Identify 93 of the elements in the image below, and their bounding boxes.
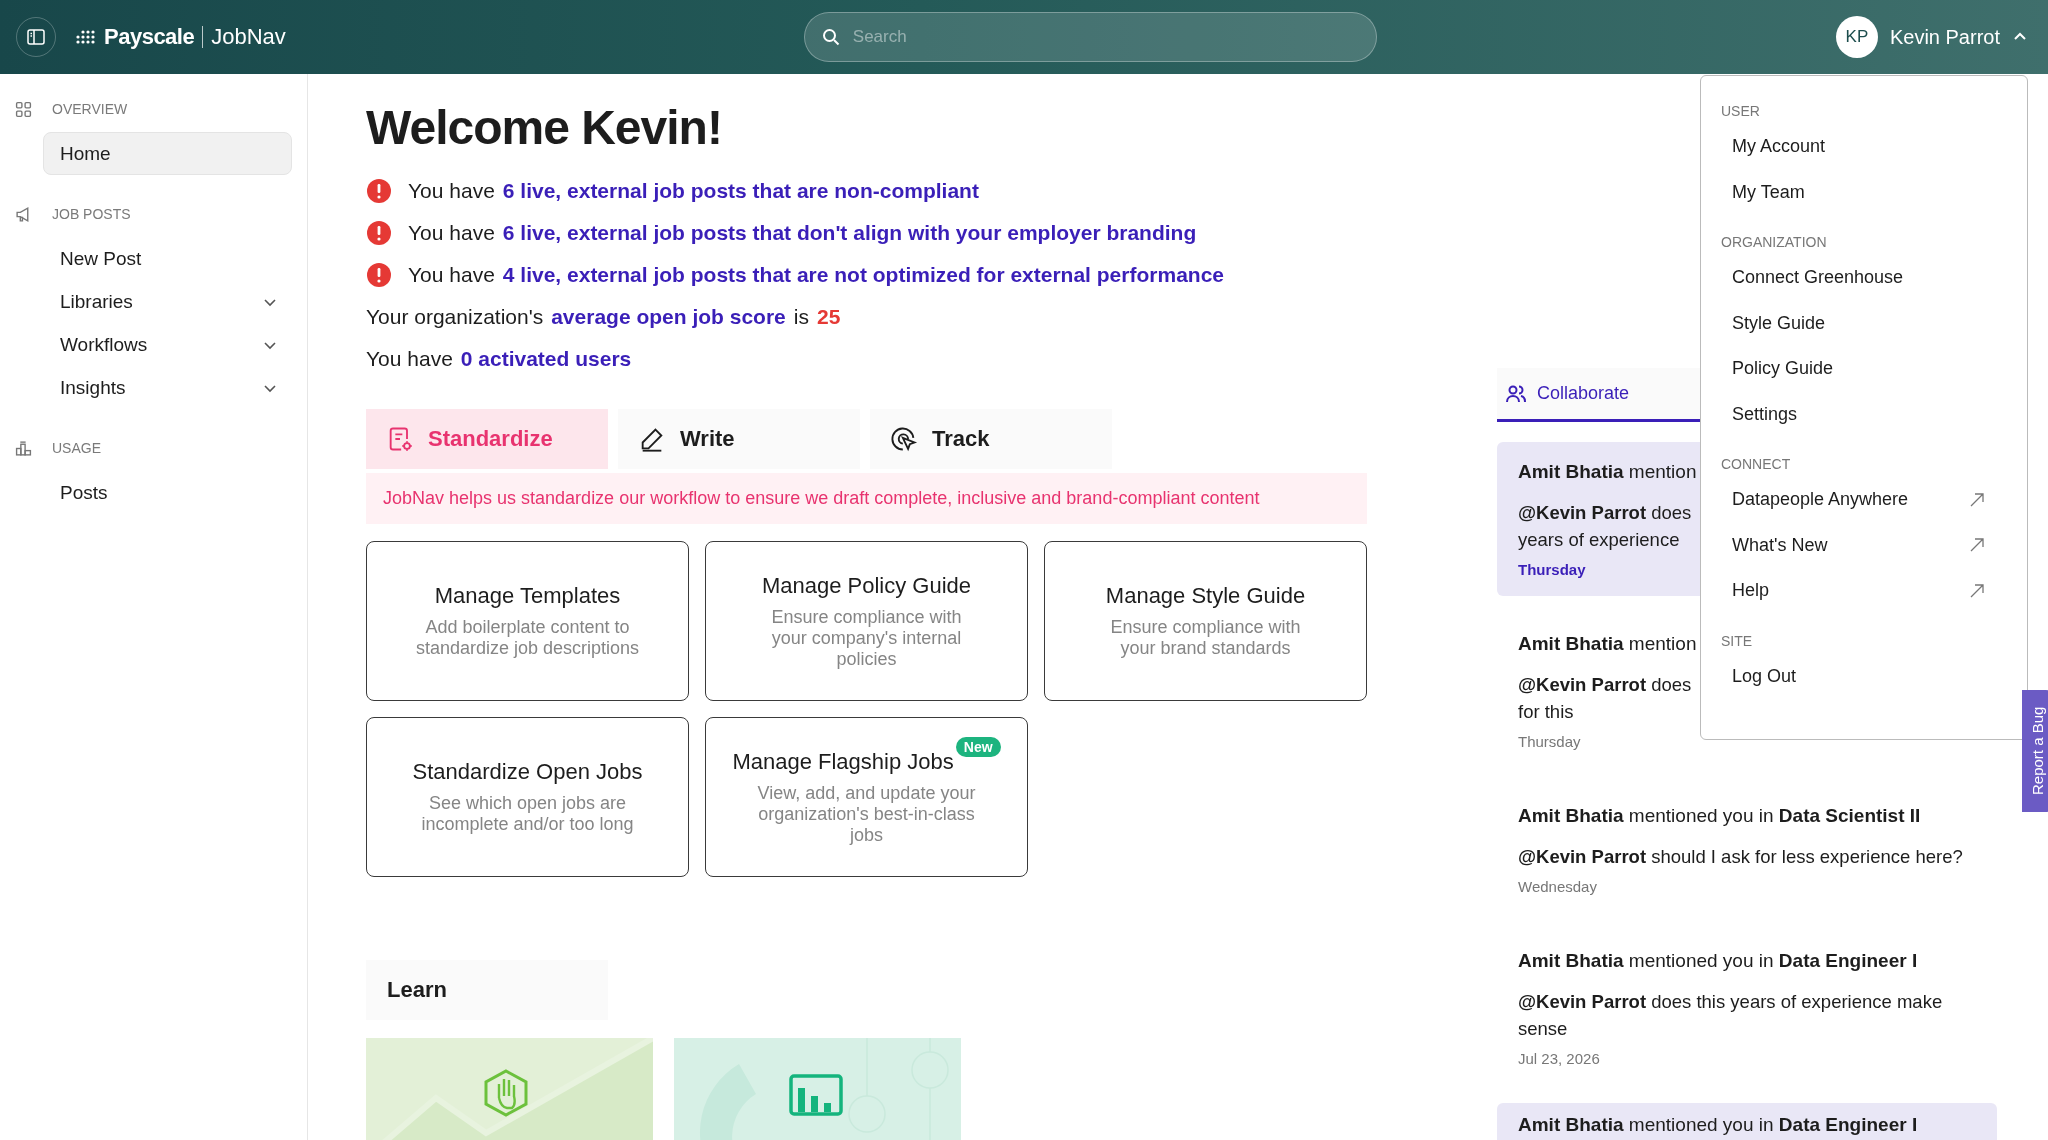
activity-time: Thursday: [1518, 561, 1587, 578]
sidebar-icon: [26, 27, 46, 47]
users-text: You have: [366, 347, 453, 371]
menu-section-label: CONNECT: [1720, 455, 1792, 474]
score-text: is: [793, 305, 809, 329]
nav-item[interactable]: Posts: [43, 471, 292, 514]
bar-chart-icon: [15, 439, 32, 457]
card-description: Add boilerplate content to standardize job descriptions: [415, 617, 640, 659]
alert-icon: [366, 220, 392, 246]
card-description: See which open jobs are incomplete and/or too long: [420, 793, 635, 835]
section-label: USAGE: [52, 440, 101, 456]
tab[interactable]: Track: [870, 409, 1112, 469]
card-title: Manage Style Guide: [1105, 583, 1306, 609]
report-bug-tab[interactable]: Report a Bug: [2022, 690, 2048, 812]
learn-heading: Learn: [366, 960, 608, 1020]
people-icon: [1505, 383, 1527, 404]
menu-item[interactable]: My Account: [1701, 124, 2027, 170]
activity-header: Amit Bhatia mentioned you in Data Engineer I: [1518, 949, 1918, 973]
alert-text: You have: [408, 221, 495, 245]
nav-item-label: Posts: [60, 481, 108, 504]
action-card[interactable]: Standardize Open Jobs See which open jobs are incomplete and/or too long: [366, 717, 689, 877]
action-card[interactable]: Manage Templates Add boilerplate content to standardize job descriptions: [366, 541, 689, 701]
product-name: JobNav: [211, 24, 286, 50]
menu-item[interactable]: Connect Greenhouse: [1701, 255, 2027, 301]
alert-link[interactable]: 6 live, external job posts that don't align with your employer branding: [502, 221, 1197, 245]
user-name[interactable]: Kevin Parrot: [1889, 25, 2000, 49]
nav-item[interactable]: Insights: [43, 366, 292, 409]
users-link[interactable]: 0 activated users: [460, 347, 632, 371]
activity-item[interactable]: Amit Bhatia mentioned you in Data Scientist II @Kevin Parrot should I ask for less experience here? Wednesday: [1497, 786, 1997, 913]
activity-header: Amit Bhatia mentioned you in Data Scientist II: [1518, 804, 1921, 828]
score-value: 25: [816, 305, 841, 329]
nav-item-label: Libraries: [60, 290, 133, 313]
card-description: Ensure compliance with your brand standards: [1109, 617, 1302, 659]
menu-section-label: ORGANIZATION: [1720, 233, 1828, 252]
tab[interactable]: Write: [618, 409, 860, 469]
card-title: Manage Policy Guide: [761, 572, 972, 599]
section-label: OVERVIEW: [52, 101, 128, 117]
nav-item[interactable]: Home: [43, 132, 292, 175]
action-card[interactable]: Manage Flagship Jobs New View, add, and update your organization's best-in-class jobs: [705, 717, 1028, 877]
menu-section-label: USER: [1720, 102, 1761, 121]
nav-item[interactable]: Libraries: [43, 280, 292, 323]
activity-header: Amit Bhatia mention: [1518, 460, 1697, 484]
activity-item[interactable]: Amit Bhatia mentioned you in Data Engineer I @Kevin Parrot does this years of experience make sense Jul 23, 2026: [1497, 931, 1997, 1085]
comment-text: @Kevin Parrot does: [1518, 673, 1692, 697]
section-label: JOB POSTS: [52, 206, 131, 222]
comment-text: sense: [1518, 1017, 1568, 1041]
nav-item-label: Home: [60, 142, 111, 165]
comment-text: for this: [1518, 700, 1574, 724]
card-title: Manage Templates: [434, 583, 621, 609]
menu-section-label: SITE: [1720, 631, 1754, 651]
alert-link[interactable]: 6 live, external job posts that are non-compliant: [502, 179, 979, 203]
nav-item[interactable]: New Post: [43, 237, 292, 280]
brand-name: Payscale: [104, 24, 195, 50]
avatar[interactable]: KP: [1835, 16, 1878, 58]
action-card[interactable]: Manage Policy Guide Ensure compliance with your company's internal policies: [705, 541, 1028, 701]
grid-icon: [15, 100, 32, 118]
activity-time: Thursday: [1518, 733, 1582, 750]
comment-text: @Kevin Parrot does this years of experience make: [1518, 990, 1943, 1014]
menu-item[interactable]: What's New: [1701, 522, 2027, 568]
nav-item-label: New Post: [60, 247, 142, 270]
cursor-click-icon: [890, 425, 918, 453]
alert-icon: [366, 262, 392, 288]
welcome-title: Welcome Kevin!: [366, 100, 723, 156]
nav-item-label: Insights: [60, 376, 126, 399]
comment-text: @Kevin Parrot should I ask for less experience here?: [1518, 845, 1963, 869]
menu-item[interactable]: Datapeople Anywhere: [1701, 477, 2027, 523]
menu-item[interactable]: Help: [1701, 568, 2027, 614]
logo-icon: [76, 29, 96, 45]
activity-item[interactable]: Amit Bhatia mentioned you in Data Engineer I: [1497, 1103, 1997, 1140]
activity-time: Wednesday: [1518, 878, 1598, 895]
score-link[interactable]: average open job score: [551, 305, 786, 329]
alert-link[interactable]: 4 live, external job posts that are not optimized for external performance: [502, 263, 1224, 287]
new-badge: New: [955, 736, 1001, 757]
activity-header: Amit Bhatia mentioned you in Data Engineer I: [1518, 1113, 1918, 1137]
nav-item[interactable]: Workflows: [43, 323, 292, 366]
menu-item[interactable]: Style Guide: [1701, 300, 2027, 346]
card-title: Standardize Open Jobs: [412, 759, 643, 785]
nav-item-label: Workflows: [60, 333, 148, 356]
comment-text: @Kevin Parrot does: [1518, 501, 1692, 525]
menu-item[interactable]: My Team: [1701, 169, 2027, 215]
alert-text: You have: [408, 263, 495, 287]
action-card[interactable]: Manage Style Guide Ensure compliance with your brand standards: [1044, 541, 1367, 701]
score-text: Your organization's: [366, 305, 544, 329]
card-title: Manage Flagship Jobs: [732, 748, 954, 775]
comment-text: years of experience: [1518, 528, 1680, 552]
search-icon: [821, 28, 840, 46]
alert-text: You have: [408, 179, 495, 203]
card-description: Ensure compliance with your company's internal policies: [770, 606, 963, 670]
card-description: View, add, and update your organization's best-in-class jobs: [756, 782, 977, 846]
activity-header: Amit Bhatia mention: [1518, 632, 1697, 656]
info-banner: JobNav helps us standardize our workflow to ensure we draft complete, inclusive and brand-compliant content: [366, 473, 1367, 524]
alert-icon: [366, 178, 392, 204]
activity-time: Jul 23, 2026: [1518, 1050, 1601, 1067]
